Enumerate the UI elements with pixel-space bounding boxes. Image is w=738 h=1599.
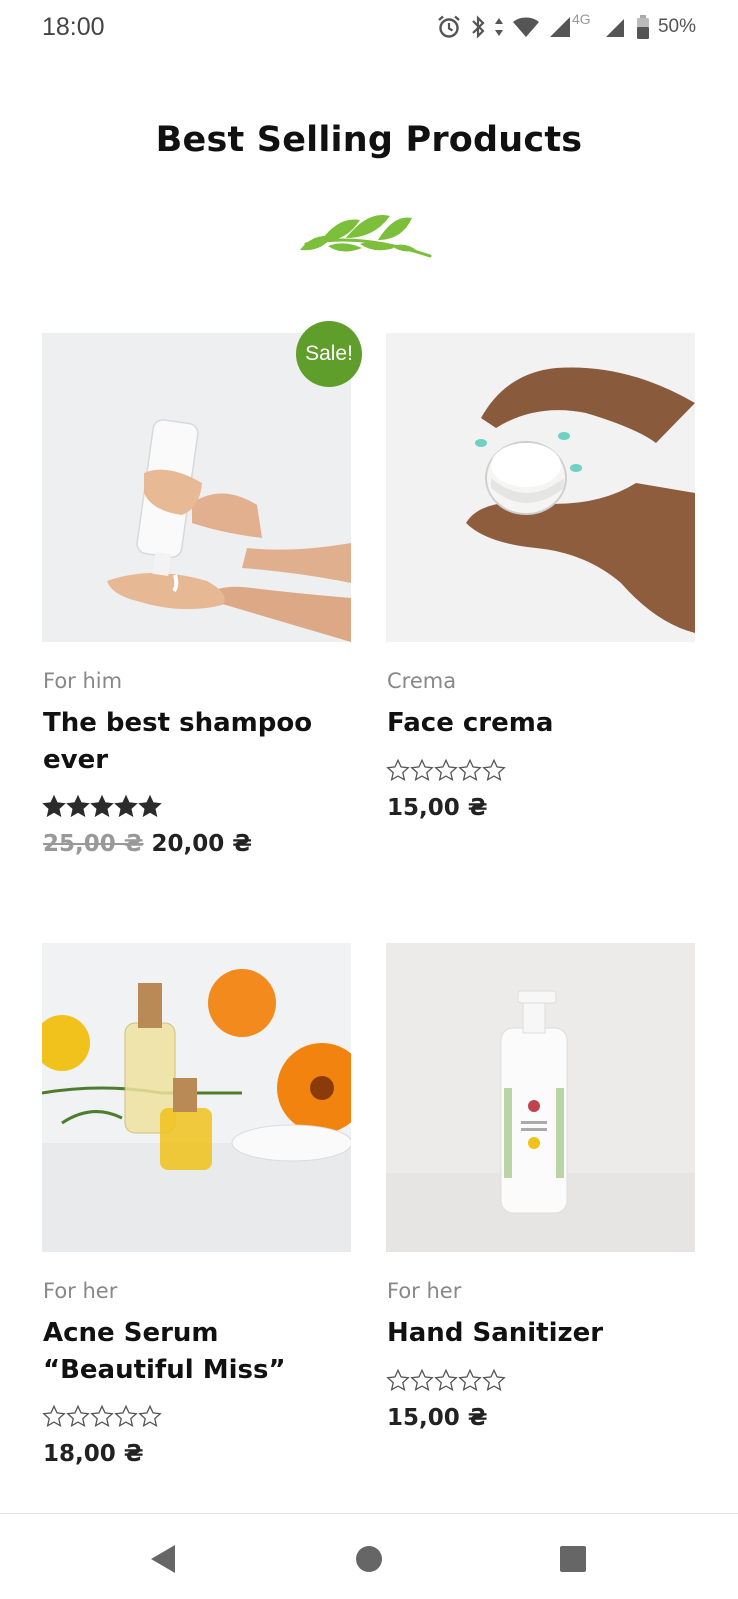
status-bar: 18:00 4G 50% (0, 0, 738, 56)
product-price: 15,00 ₴ (387, 795, 488, 821)
recents-icon[interactable] (548, 1534, 598, 1584)
current-price: 18,00 ₴ (43, 1441, 144, 1467)
star-empty-icon (138, 1404, 162, 1427)
battery-icon (636, 14, 650, 40)
product-image[interactable] (42, 943, 351, 1252)
rating-stars (42, 794, 162, 820)
network-type-label: 4G (571, 11, 591, 27)
alarm-icon (436, 14, 462, 40)
section-title: Best Selling Products (155, 120, 583, 160)
product-category[interactable]: For her (43, 1279, 117, 1303)
star-filled-icon (90, 794, 114, 817)
star-filled-icon (114, 794, 138, 817)
star-empty-icon (66, 1404, 90, 1427)
wifi-icon (512, 15, 540, 39)
battery-percent: 50% (657, 16, 696, 37)
star-filled-icon (66, 794, 90, 817)
rating-stars (42, 1404, 162, 1430)
star-filled-icon (42, 794, 66, 817)
star-filled-icon (138, 794, 162, 817)
product-card[interactable]: Sale! For him The best shampoo ever 25,0… (42, 321, 362, 873)
star-empty-icon (482, 758, 506, 781)
product-price: 15,00 ₴ (387, 1405, 488, 1431)
product-title[interactable]: Face crema (387, 705, 687, 742)
product-title[interactable]: Hand Sanitizer (387, 1315, 687, 1352)
star-empty-icon (458, 1368, 482, 1391)
sale-badge: Sale! (296, 321, 362, 387)
product-card[interactable]: For her Acne Serum “Beautiful Miss” 18,0… (42, 943, 351, 1467)
old-price: 25,00 ₴ (43, 831, 144, 857)
product-image[interactable] (386, 943, 695, 1252)
product-category[interactable]: For her (387, 1279, 461, 1303)
star-empty-icon (410, 1368, 434, 1391)
current-price: 15,00 ₴ (387, 795, 488, 821)
star-empty-icon (482, 1368, 506, 1391)
star-empty-icon (410, 758, 434, 781)
home-icon[interactable] (344, 1534, 394, 1584)
status-icons: 4G 50% (436, 11, 696, 42)
star-empty-icon (458, 758, 482, 781)
bluetooth-icon (470, 14, 486, 40)
product-price: 25,00 ₴ 20,00 ₴ (43, 831, 252, 857)
star-empty-icon (114, 1404, 138, 1427)
star-empty-icon (90, 1404, 114, 1427)
signal-icon (604, 15, 628, 39)
current-price: 20,00 ₴ (151, 831, 253, 857)
product-card[interactable]: For her Hand Sanitizer 15,00 ₴ (386, 943, 695, 1443)
rating-stars (386, 758, 506, 784)
product-category[interactable]: Crema (387, 669, 456, 693)
product-price: 18,00 ₴ (43, 1441, 144, 1467)
back-icon[interactable] (138, 1534, 188, 1584)
current-price: 15,00 ₴ (387, 1405, 488, 1431)
product-image[interactable] (42, 333, 351, 642)
signal-icon: 4G (548, 11, 591, 39)
star-empty-icon (42, 1404, 66, 1427)
star-empty-icon (434, 758, 458, 781)
leaf-branch-icon (298, 198, 440, 262)
product-image[interactable] (386, 333, 695, 642)
system-nav-bar (0, 1513, 738, 1599)
star-empty-icon (434, 1368, 458, 1391)
rating-stars (386, 1368, 506, 1394)
product-category[interactable]: For him (43, 669, 122, 693)
status-time: 18:00 (42, 13, 105, 41)
product-title[interactable]: Acne Serum “Beautiful Miss” (43, 1315, 343, 1389)
star-empty-icon (386, 1368, 410, 1391)
star-empty-icon (386, 758, 410, 781)
product-card[interactable]: Crema Face crema 15,00 ₴ (386, 333, 695, 833)
product-title[interactable]: The best shampoo ever (43, 705, 343, 779)
data-arrows-icon (494, 15, 504, 39)
